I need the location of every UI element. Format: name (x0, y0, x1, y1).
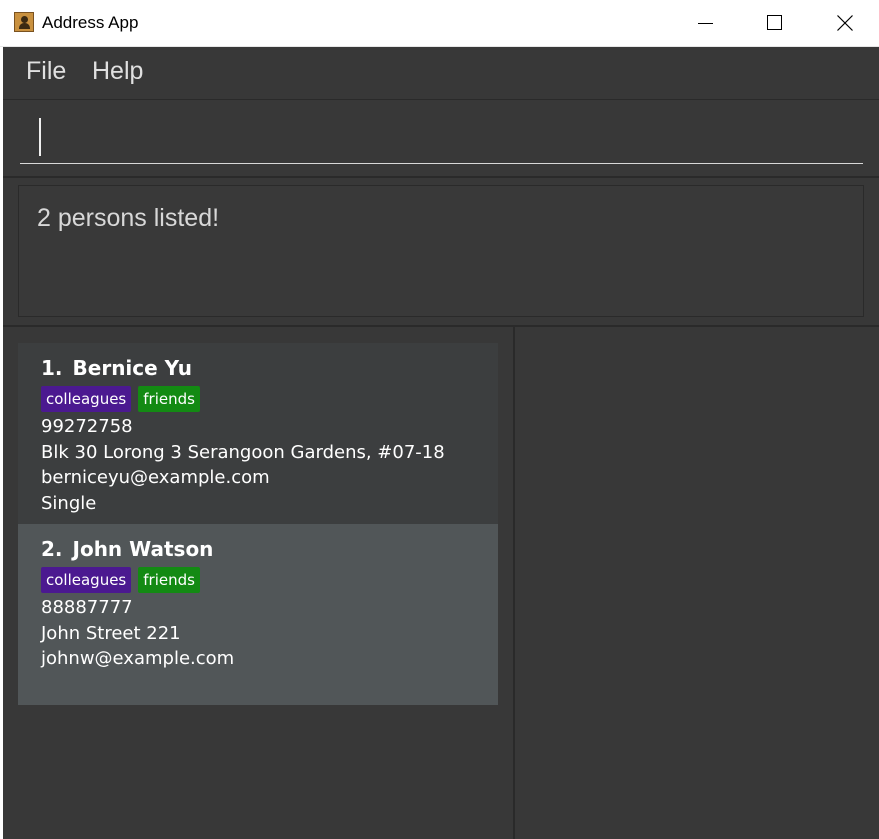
menu-help[interactable]: Help (92, 57, 143, 86)
result-display: 2 persons listed! (3, 178, 879, 327)
address-book-icon (14, 12, 34, 32)
result-text-area[interactable]: 2 persons listed! (18, 185, 864, 317)
person-list[interactable]: 1. Bernice Yu colleagues friends 99272758 … (3, 327, 513, 839)
window-title: Address App (42, 13, 139, 32)
person-status: Single (41, 492, 97, 514)
person-name: Bernice Yu (72, 356, 192, 380)
maximize-button[interactable] (751, 0, 797, 46)
maximize-icon (767, 15, 782, 30)
person-card-header: 2. John Watson (41, 535, 475, 563)
command-input[interactable] (20, 108, 863, 164)
title-bar[interactable]: Address App (0, 0, 879, 47)
person-index: 2. (41, 537, 63, 561)
text-caret (39, 118, 41, 156)
minimize-button[interactable] (682, 0, 728, 46)
tag-friends: friends (138, 567, 200, 593)
close-icon (837, 15, 853, 31)
minimize-icon (698, 23, 713, 24)
tag-friends: friends (138, 386, 200, 412)
menu-file[interactable]: File (26, 57, 66, 86)
command-box (3, 100, 879, 178)
result-message: 2 persons listed! (37, 204, 220, 232)
person-card[interactable]: 1. Bernice Yu colleagues friends 99272758 … (18, 343, 498, 524)
tag-colleagues: colleagues (41, 386, 132, 412)
close-button[interactable] (822, 0, 868, 46)
person-name: John Watson (72, 537, 214, 561)
tag-list: colleagues friends (41, 567, 475, 595)
person-address: Blk 30 Lorong 3 Serangoon Gardens, #07-1… (41, 441, 445, 463)
tag-list: colleagues friends (41, 386, 475, 414)
detail-panel (515, 327, 879, 839)
person-email: johnw@example.com (41, 648, 235, 669)
person-index: 1. (41, 356, 63, 380)
person-card-header: 1. Bernice Yu (41, 354, 475, 382)
person-address: John Street 221 (41, 622, 181, 644)
person-email: berniceyu@example.com (41, 467, 270, 488)
person-phone: 99272758 (41, 416, 133, 437)
person-card-selected[interactable]: 2. John Watson colleagues friends 88887777… (18, 524, 498, 705)
app-window: Address App File Help 2 persons listed! (0, 0, 879, 839)
menu-bar: File Help (3, 47, 879, 100)
person-phone: 88887777 (41, 597, 133, 618)
tag-colleagues: colleagues (41, 567, 132, 593)
